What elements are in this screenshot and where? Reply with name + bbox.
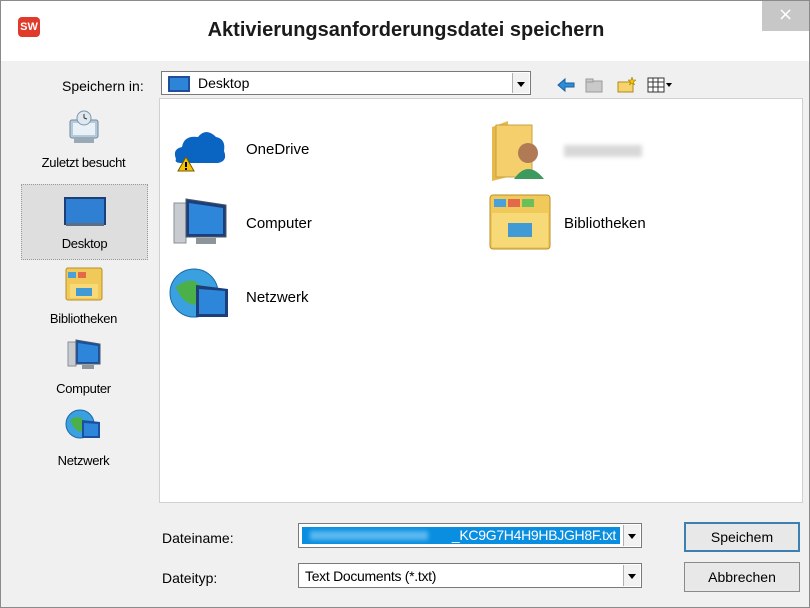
filename-dropdown-arrow[interactable]	[623, 525, 640, 546]
save-button[interactable]: Speichem	[684, 522, 800, 552]
filetype-dropdown-arrow[interactable]	[623, 565, 640, 586]
recent-places-icon	[69, 110, 98, 143]
filename-selection: _KC9G7H4H9HBJGH8F.txt	[302, 527, 620, 544]
item-label: Bibliotheken	[564, 215, 646, 232]
place-label: Netzwerk	[57, 453, 110, 468]
title-bar: SW Aktivierungsanforderungsdatei speiche…	[1, 1, 809, 61]
network-icon	[65, 409, 100, 439]
libraries-icon	[65, 267, 102, 301]
desktop-icon	[63, 197, 106, 226]
filetype-label: Dateityp:	[162, 570, 218, 586]
item-label: Computer	[246, 215, 312, 232]
save-in-value: Desktop	[198, 75, 250, 91]
back-arrow-icon[interactable]	[556, 76, 576, 94]
dialog-title: Aktivierungsanforderungsdatei speichern	[207, 19, 605, 41]
list-item-libraries[interactable]: Bibliotheken	[488, 189, 718, 255]
filetype-value: Text Documents (*.txt)	[305, 568, 437, 584]
file-list: OneDrive Computer Netzwerk Bibliotheken	[159, 98, 803, 503]
user-folder-icon	[492, 121, 544, 181]
redacted-username	[564, 145, 642, 157]
cancel-button[interactable]: Abbrechen	[684, 562, 800, 592]
redacted-filename-prefix	[310, 531, 428, 540]
place-recent[interactable]: Zuletzt besucht	[21, 108, 146, 176]
filename-label: Dateiname:	[162, 530, 234, 546]
place-network[interactable]: Netzwerk	[21, 406, 146, 470]
place-libraries[interactable]: Bibliotheken	[21, 264, 146, 326]
desktop-small-icon	[168, 76, 190, 92]
onedrive-icon	[174, 132, 226, 172]
network-icon	[169, 268, 228, 318]
place-label: Zuletzt besucht	[41, 155, 126, 170]
save-in-dropdown-arrow[interactable]	[512, 73, 529, 93]
computer-icon	[173, 198, 227, 244]
list-item-network[interactable]: Netzwerk	[168, 263, 368, 329]
libraries-folder-icon	[489, 194, 551, 250]
place-label: Computer	[56, 381, 111, 396]
places-bar: Zuletzt besucht Desktop Bibliotheken Com…	[13, 96, 148, 501]
list-item-onedrive[interactable]: OneDrive	[168, 119, 368, 181]
new-folder-icon[interactable]	[617, 76, 637, 94]
close-button[interactable]: ×	[762, 1, 809, 31]
item-label: Netzwerk	[246, 289, 309, 306]
place-label: Desktop	[61, 236, 108, 251]
place-label: Bibliotheken	[49, 311, 118, 326]
computer-icon	[67, 339, 100, 369]
save-in-combo[interactable]: Desktop	[161, 71, 531, 95]
item-label: OneDrive	[246, 141, 310, 158]
place-computer[interactable]: Computer	[21, 334, 146, 398]
save-dialog: SW Aktivierungsanforderungsdatei speiche…	[0, 0, 810, 608]
list-item-computer[interactable]: Computer	[168, 191, 368, 253]
view-menu-icon[interactable]	[647, 76, 673, 94]
list-item-user-folder[interactable]	[488, 117, 718, 185]
save-in-label: Speichern in:	[62, 78, 144, 94]
place-desktop[interactable]: Desktop	[21, 184, 148, 260]
filename-value: _KC9G7H4H9HBJGH8F.txt	[451, 527, 616, 543]
filetype-combo[interactable]: Text Documents (*.txt)	[298, 563, 642, 588]
filename-combo[interactable]: _KC9G7H4H9HBJGH8F.txt	[298, 523, 642, 548]
up-folder-icon[interactable]	[584, 76, 604, 94]
